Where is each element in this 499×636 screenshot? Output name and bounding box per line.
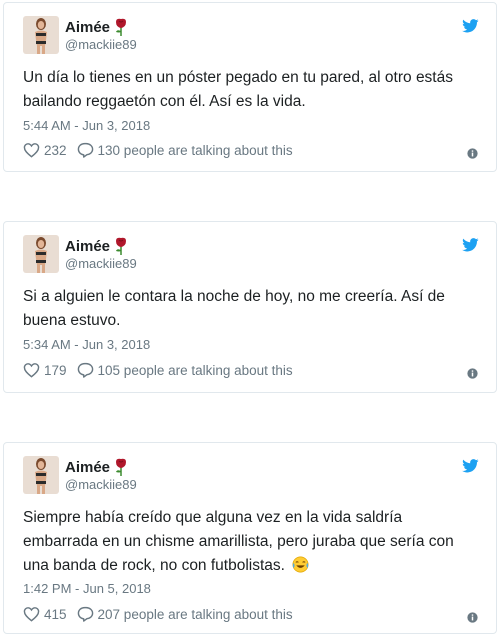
tweet-actions: 179 105 people are talking about this xyxy=(23,362,293,378)
author-row: Aimée xyxy=(65,237,128,255)
reply-bubble-icon[interactable] xyxy=(77,142,94,158)
author-handle[interactable]: @mackiie89 xyxy=(65,37,137,52)
rose-emoji-icon xyxy=(114,18,128,36)
tweet-actions: 232 130 people are talking about this xyxy=(23,142,293,158)
heart-icon[interactable] xyxy=(23,362,40,378)
info-icon[interactable] xyxy=(467,148,478,159)
talking-count[interactable]: 105 people are talking about this xyxy=(98,363,293,378)
tears-of-joy-emoji-icon xyxy=(292,556,309,573)
like-count[interactable]: 179 xyxy=(44,363,67,378)
rose-emoji-icon xyxy=(114,458,128,476)
twitter-bird-icon[interactable] xyxy=(462,19,479,33)
tweet-text: Siempre había creído que alguna vez en l… xyxy=(23,506,473,578)
tweet-text-content: Siempre había creído que alguna vez en l… xyxy=(23,509,454,574)
info-icon[interactable] xyxy=(467,368,478,379)
tweet-text: Si a alguien le contara la noche de hoy,… xyxy=(23,288,445,329)
reply-bubble-icon[interactable] xyxy=(77,362,94,378)
tweet-card[interactable]: Aimée @mackiie89 Un día lo tienes en un … xyxy=(3,2,497,172)
talking-count[interactable]: 130 people are talking about this xyxy=(98,143,293,158)
tweet-timestamp[interactable]: 1:42 PM - Jun 5, 2018 xyxy=(23,581,151,596)
reply-bubble-icon[interactable] xyxy=(77,606,94,622)
avatar[interactable] xyxy=(23,456,59,494)
tweet-timestamp[interactable]: 5:34 AM - Jun 3, 2018 xyxy=(23,337,150,352)
tweet-card[interactable]: Aimée @mackiie89 Si a alguien le contara… xyxy=(3,221,497,393)
author-name[interactable]: Aimée xyxy=(65,19,110,36)
info-icon[interactable] xyxy=(467,612,478,623)
like-count[interactable]: 415 xyxy=(44,607,67,622)
heart-icon[interactable] xyxy=(23,142,40,158)
tweet-timestamp[interactable]: 5:44 AM - Jun 3, 2018 xyxy=(23,118,150,133)
like-count[interactable]: 232 xyxy=(44,143,67,158)
twitter-bird-icon[interactable] xyxy=(462,459,479,473)
tweet-text: Un día lo tienes en un póster pegado en … xyxy=(23,69,453,110)
avatar[interactable] xyxy=(23,16,59,54)
author-handle[interactable]: @mackiie89 xyxy=(65,477,137,492)
tweet-actions: 415 207 people are talking about this xyxy=(23,606,293,622)
author-name[interactable]: Aimée xyxy=(65,238,110,255)
rose-emoji-icon xyxy=(114,237,128,255)
tweet-card[interactable]: Aimée @mackiie89 Siempre había creído qu… xyxy=(3,442,497,634)
author-handle[interactable]: @mackiie89 xyxy=(65,256,137,271)
twitter-bird-icon[interactable] xyxy=(462,238,479,252)
talking-count[interactable]: 207 people are talking about this xyxy=(98,607,293,622)
author-row: Aimée xyxy=(65,458,128,476)
heart-icon[interactable] xyxy=(23,606,40,622)
author-row: Aimée xyxy=(65,18,128,36)
avatar[interactable] xyxy=(23,235,59,273)
author-name[interactable]: Aimée xyxy=(65,459,110,476)
